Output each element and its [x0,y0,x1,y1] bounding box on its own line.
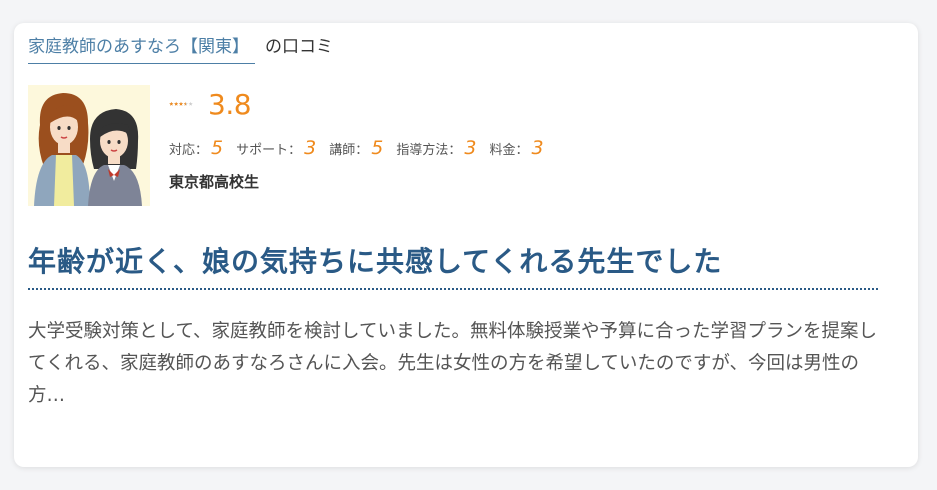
star-icon [169,101,174,106]
subrating-label: 指導方法： [396,143,462,158]
subrating-support: サポート： 3 [236,137,316,159]
provider-link[interactable]: 家庭教師のあすなろ【関東】 [28,32,255,64]
reviewer-avatar [28,85,150,206]
subrating-value: 5 [211,137,224,159]
subrating-tutor: 講師： 5 [329,137,383,159]
subrating-value: 3 [531,137,544,159]
header-suffix: の口コミ [265,37,333,57]
review-body: 大学受験対策として、家庭教師を検討していました。無料体験授業や予算に合った学習プ… [28,321,877,406]
subrating-price: 料金： 3 [489,137,543,159]
star-icon [178,101,184,106]
subrating-response: 対応： 5 [169,137,223,159]
star-icon-empty [188,101,193,106]
rating-score: 3.8 [208,87,252,121]
subrating-value: 3 [304,137,317,159]
reviewer-type: 東京都高校生 [169,173,260,191]
star-rating: 3.8 [169,85,557,123]
subrating-teaching-method: 指導方法： 3 [396,137,476,159]
subrating-label: 対応： [169,143,209,158]
rating-block: 3.8 対応： 5 サポート： 3 講師： 5 指導方法： 3 料金： 3 東京… [169,85,557,192]
review-header: 家庭教師のあすなろ【関東】 の口コミ [28,32,333,64]
mother-daughter-illustration-icon [28,85,150,206]
star-icon [174,101,179,106]
subrating-label: 料金： [489,143,529,158]
subrating-label: サポート： [236,143,302,158]
review-headline[interactable]: 年齢が近く、娘の気持ちに共感してくれる先生でした [28,240,878,290]
subrating-value: 3 [464,137,477,159]
subrating-value: 5 [371,137,384,159]
subrating-label: 講師： [329,143,369,158]
star-rating-graphic [169,101,193,106]
subratings: 対応： 5 サポート： 3 講師： 5 指導方法： 3 料金： 3 [169,137,557,159]
